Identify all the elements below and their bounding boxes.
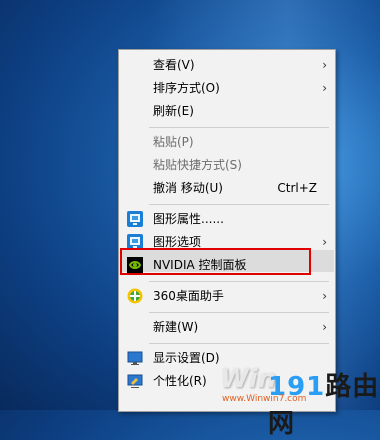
menu-item-label: NVIDIA 控制面板 [153,258,247,272]
menu-separator [149,204,329,205]
chevron-right-icon: › [322,320,327,334]
menu-item-undo-move[interactable]: 撤消 移动(U) Ctrl+Z [119,177,335,199]
menu-item-sort-by[interactable]: 排序方式(O) › [119,77,335,99]
intel-graphics-icon [127,211,143,227]
360-icon [127,288,143,304]
chevron-right-icon: › [322,58,327,72]
menu-item-label: 粘贴(P) [153,135,194,149]
menu-item-label: 新建(W) [153,320,199,334]
menu-item-360-desktop-assistant[interactable]: 360桌面助手 › [119,285,335,307]
personalize-icon [127,373,143,389]
menu-item-paste[interactable]: 粘贴(P) [119,131,335,153]
menu-item-label: 个性化(R) [153,374,207,388]
menu-item-label: 图形属性...... [153,212,224,226]
menu-item-nvidia-control-panel[interactable]: NVIDIA 控制面板 [119,254,335,276]
display-icon [127,350,143,366]
menu-item-graphics-properties[interactable]: 图形属性...... [119,208,335,230]
menu-separator [149,312,329,313]
menu-item-refresh[interactable]: 刷新(E) [119,100,335,122]
menu-item-label: 排序方式(O) [153,81,220,95]
menu-item-graphics-options[interactable]: 图形选项 › [119,231,335,253]
menu-item-label: 查看(V) [153,58,195,72]
nvidia-icon [127,257,143,273]
chevron-right-icon: › [322,235,327,249]
chevron-right-icon: › [322,289,327,303]
menu-item-label: 图形选项 [153,235,202,249]
chevron-right-icon: › [322,81,327,95]
menu-item-label: 撤消 移动(U) [153,181,223,195]
menu-separator [149,127,329,128]
menu-item-paste-shortcut[interactable]: 粘贴快捷方式(S) [119,154,335,176]
menu-separator [149,343,329,344]
menu-item-label: 360桌面助手 [153,289,224,303]
menu-item-label: 粘贴快捷方式(S) [153,158,242,172]
intel-graphics-icon [127,234,143,250]
menu-item-label: 刷新(E) [153,104,194,118]
menu-separator [149,281,329,282]
menu-item-view[interactable]: 查看(V) › [119,54,335,76]
menu-item-new[interactable]: 新建(W) › [119,316,335,338]
site-watermark: Win 191路由网 www.Winwin7.com [220,356,380,439]
menu-item-shortcut: Ctrl+Z [277,181,317,195]
watermark-url: www.Winwin7.com [222,394,307,404]
menu-item-label: 显示设置(D) [153,351,220,365]
